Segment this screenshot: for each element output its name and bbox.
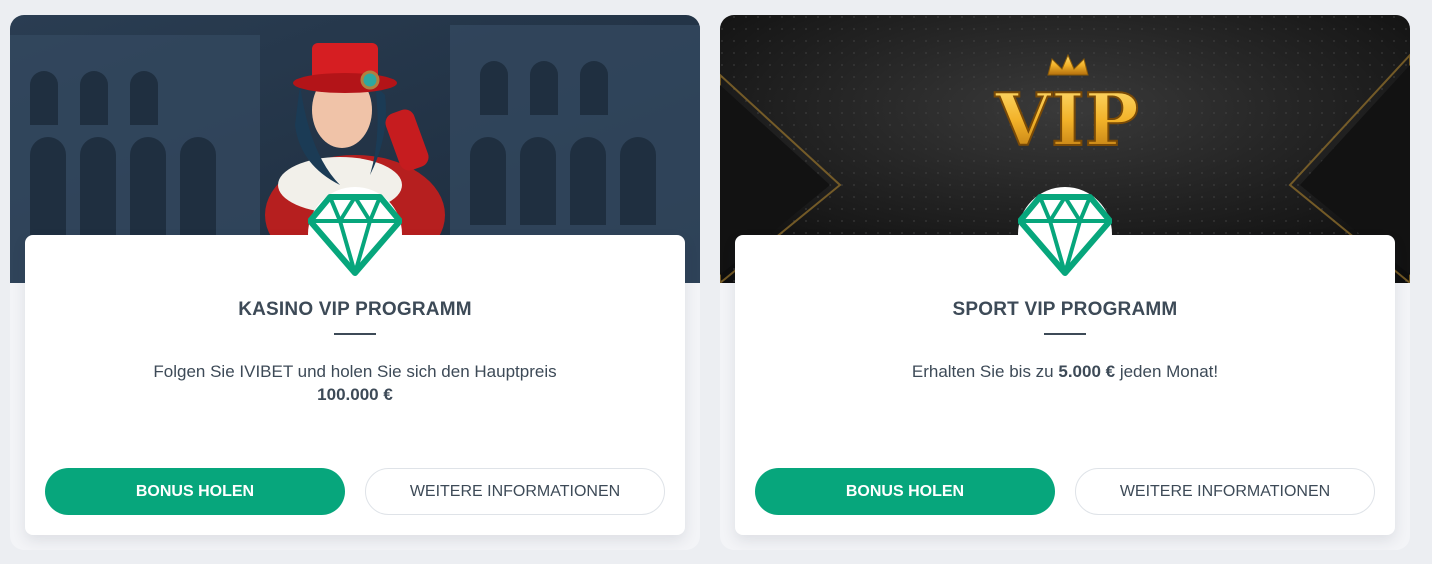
- promo-title: SPORT VIP PROGRAMM: [952, 299, 1178, 320]
- promo-description-before: Erhalten Sie bis zu: [911, 362, 1054, 381]
- promo-title: KASINO VIP PROGRAMM: [238, 299, 472, 320]
- diamond-icon: [1018, 194, 1112, 276]
- diamond-icon: [308, 194, 402, 276]
- promo-description: Folgen Sie IVIBET und holen Sie sich den…: [65, 360, 645, 406]
- promo-description-after: jeden Monat!: [1119, 362, 1219, 381]
- promo-prize-amount: 5.000 €: [1058, 362, 1116, 381]
- diamond-badge: [308, 187, 402, 281]
- more-info-button[interactable]: WEITERE INFORMATIONEN: [365, 468, 665, 515]
- casino-info-card: KASINO VIP PROGRAMM Folgen Sie IVIBET un…: [25, 187, 685, 535]
- vip-programs: KASINO VIP PROGRAMM Folgen Sie IVIBET un…: [0, 0, 1432, 564]
- diamond-badge: [1018, 187, 1112, 281]
- sport-vip-promo: VIP SPORT VIP PROGRAMM Erhalten Sie bis …: [720, 15, 1410, 550]
- sport-info-card: SPORT VIP PROGRAMM Erhalten Sie bis zu 5…: [735, 187, 1395, 535]
- more-info-button[interactable]: WEITERE INFORMATIONEN: [1075, 468, 1375, 515]
- casino-vip-promo: KASINO VIP PROGRAMM Folgen Sie IVIBET un…: [10, 15, 700, 550]
- vip-logo-text: VIP: [994, 77, 1139, 162]
- promo-description: Erhalten Sie bis zu 5.000 € jeden Monat!: [775, 360, 1355, 383]
- title-divider: [334, 333, 376, 335]
- title-divider: [1044, 333, 1086, 335]
- bonus-button[interactable]: BONUS HOLEN: [45, 468, 345, 515]
- bonus-button[interactable]: BONUS HOLEN: [755, 468, 1055, 515]
- promo-description-text: Folgen Sie IVIBET und holen Sie sich den…: [153, 362, 557, 381]
- promo-prize-amount: 100.000 €: [317, 385, 393, 404]
